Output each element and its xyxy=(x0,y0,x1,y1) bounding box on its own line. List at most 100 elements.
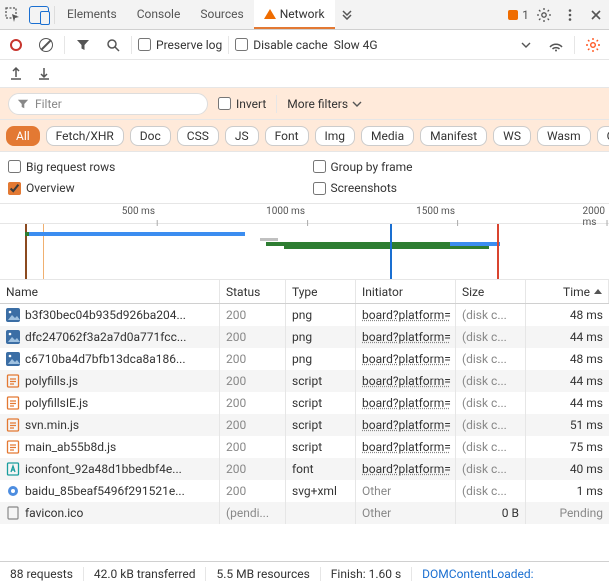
table-row[interactable]: favicon.ico(pendi...Other0 BPending xyxy=(0,502,609,524)
col-time[interactable]: Time xyxy=(526,280,609,303)
disable-cache-checkbox[interactable]: Disable cache xyxy=(235,38,328,52)
table-row[interactable]: svn.min.js200scriptboard?platform=(disk … xyxy=(0,414,609,436)
type-chip-wasm[interactable]: Wasm xyxy=(537,126,591,146)
request-type: script xyxy=(286,436,356,458)
request-type-filter: All Fetch/XHR Doc CSS JS Font ImgMedia Manifest… xyxy=(0,120,609,152)
resources-size: 5.5 MB resources xyxy=(205,567,319,581)
col-status[interactable]: Status xyxy=(220,280,286,303)
type-chip-img[interactable]: Img xyxy=(315,126,356,146)
overview-checkbox[interactable]: Overview xyxy=(8,181,297,195)
request-name: dfc247062f3a2a7d0a771fcc... xyxy=(25,330,186,344)
col-size[interactable]: Size xyxy=(456,280,526,303)
table-row[interactable]: polyfills.js200scriptboard?platform=(dis… xyxy=(0,370,609,392)
request-initiator[interactable]: board?platform= xyxy=(356,458,456,480)
table-row[interactable]: baidu_85beaf5496f291521e...200svg+xmlOth… xyxy=(0,480,609,502)
tab-console[interactable]: Console xyxy=(127,0,191,29)
invert-checkbox[interactable]: Invert xyxy=(218,97,266,111)
throttling-select[interactable]: Slow 4G xyxy=(334,38,378,52)
record-button[interactable] xyxy=(4,33,28,57)
request-status: 200 xyxy=(220,392,286,414)
display-options: Big request rows Overview Group by frame… xyxy=(0,152,609,204)
network-conditions-icon[interactable] xyxy=(544,33,568,57)
request-status: 200 xyxy=(220,458,286,480)
generic-file-icon xyxy=(6,506,20,520)
col-initiator[interactable]: Initiator xyxy=(356,280,456,303)
type-chip-ws[interactable]: WS xyxy=(493,126,531,146)
har-toolbar xyxy=(0,60,609,88)
tabs-overflow-icon[interactable] xyxy=(335,0,359,29)
request-initiator[interactable]: board?platform= xyxy=(356,370,456,392)
issues-counter[interactable]: 1 xyxy=(505,2,531,28)
request-name: favicon.ico xyxy=(25,506,83,520)
request-type: png xyxy=(286,304,356,326)
svg-file-icon xyxy=(6,484,20,498)
table-row[interactable]: b3f30bec04b935d926ba204...200pngboard?pl… xyxy=(0,304,609,326)
request-initiator[interactable]: board?platform= xyxy=(356,436,456,458)
throttling-caret-icon[interactable] xyxy=(514,33,538,57)
filter-toggle-icon[interactable] xyxy=(71,33,95,57)
tab-sources[interactable]: Sources xyxy=(190,0,253,29)
script-file-icon xyxy=(6,396,20,410)
inspect-element-icon[interactable] xyxy=(0,2,26,28)
request-initiator[interactable]: Other xyxy=(356,502,456,524)
request-initiator[interactable]: Other xyxy=(356,480,456,502)
request-initiator[interactable]: board?platform= xyxy=(356,304,456,326)
request-type: script xyxy=(286,370,356,392)
screenshots-checkbox[interactable]: Screenshots xyxy=(313,181,602,195)
search-icon[interactable] xyxy=(101,33,125,57)
type-chip-css[interactable]: CSS xyxy=(177,126,219,146)
request-initiator[interactable]: board?platform= xyxy=(356,414,456,436)
request-time: 75 ms xyxy=(526,436,609,458)
request-name: svn.min.js xyxy=(25,418,79,432)
export-har-icon[interactable] xyxy=(8,66,24,82)
request-initiator[interactable]: board?platform= xyxy=(356,348,456,370)
filter-input[interactable]: Filter xyxy=(8,93,208,115)
table-row[interactable]: dfc247062f3a2a7d0a771fcc...200pngboard?p… xyxy=(0,326,609,348)
request-name: baidu_85beaf5496f291521e... xyxy=(25,484,185,498)
request-type: script xyxy=(286,414,356,436)
type-chip-fetchxhr[interactable]: Fetch/XHR xyxy=(46,126,124,146)
preserve-log-checkbox[interactable]: Preserve log xyxy=(138,38,222,52)
request-initiator[interactable]: board?platform= xyxy=(356,392,456,414)
device-toolbar-icon[interactable] xyxy=(26,2,52,28)
request-name: b3f30bec04b935d926ba204... xyxy=(25,308,186,322)
more-menu-icon[interactable] xyxy=(557,2,583,28)
type-chip-doc[interactable]: Doc xyxy=(130,126,171,146)
close-devtools-icon[interactable] xyxy=(583,2,609,28)
request-status: 200 xyxy=(220,414,286,436)
tab-network[interactable]: Network xyxy=(254,0,335,29)
request-initiator[interactable]: board?platform= xyxy=(356,326,456,348)
settings-icon[interactable] xyxy=(531,2,557,28)
request-size: (disk c... xyxy=(456,480,526,502)
network-settings-icon[interactable] xyxy=(581,33,605,57)
import-har-icon[interactable] xyxy=(36,66,52,82)
col-type[interactable]: Type xyxy=(286,280,356,303)
requests-table: Name Status Type Initiator Size Time b3f… xyxy=(0,280,609,561)
group-frame-checkbox[interactable]: Group by frame xyxy=(313,160,602,174)
request-status: 200 xyxy=(220,326,286,348)
type-chip-manifest[interactable]: Manifest xyxy=(420,126,487,146)
request-name: main_ab55b8d.js xyxy=(25,440,116,454)
table-row[interactable]: main_ab55b8d.js200scriptboard?platform=(… xyxy=(0,436,609,458)
script-file-icon xyxy=(6,440,20,454)
tab-elements[interactable]: Elements xyxy=(57,0,127,29)
type-chip-media[interactable]: Media xyxy=(361,126,414,146)
col-name[interactable]: Name xyxy=(0,280,220,303)
type-chip-all[interactable]: All xyxy=(6,126,40,146)
table-row[interactable]: polyfillsIE.js200scriptboard?platform=(d… xyxy=(0,392,609,414)
request-type: svg+xml xyxy=(286,480,356,502)
clear-button[interactable] xyxy=(34,33,58,57)
overview-timeline[interactable]: 500 ms1000 ms1500 ms2000 ms xyxy=(0,204,609,280)
request-status: 200 xyxy=(220,370,286,392)
type-chip-other[interactable]: Other xyxy=(597,126,609,146)
type-chip-font[interactable]: Font xyxy=(265,126,309,146)
table-row[interactable]: iconfont_92a48d1bbedbf4e...200fontboard?… xyxy=(0,458,609,480)
request-name: c6710ba4d7bfb13dca8a186... xyxy=(25,352,186,366)
big-rows-checkbox[interactable]: Big request rows xyxy=(8,160,297,174)
table-row[interactable]: c6710ba4d7bfb13dca8a186...200pngboard?pl… xyxy=(0,348,609,370)
table-header: Name Status Type Initiator Size Time xyxy=(0,280,609,304)
request-size: (disk c... xyxy=(456,458,526,480)
more-filters-dropdown[interactable]: More filters xyxy=(287,97,362,111)
type-chip-js[interactable]: JS xyxy=(225,126,259,146)
transferred-size: 42.0 kB transferred xyxy=(83,567,206,581)
